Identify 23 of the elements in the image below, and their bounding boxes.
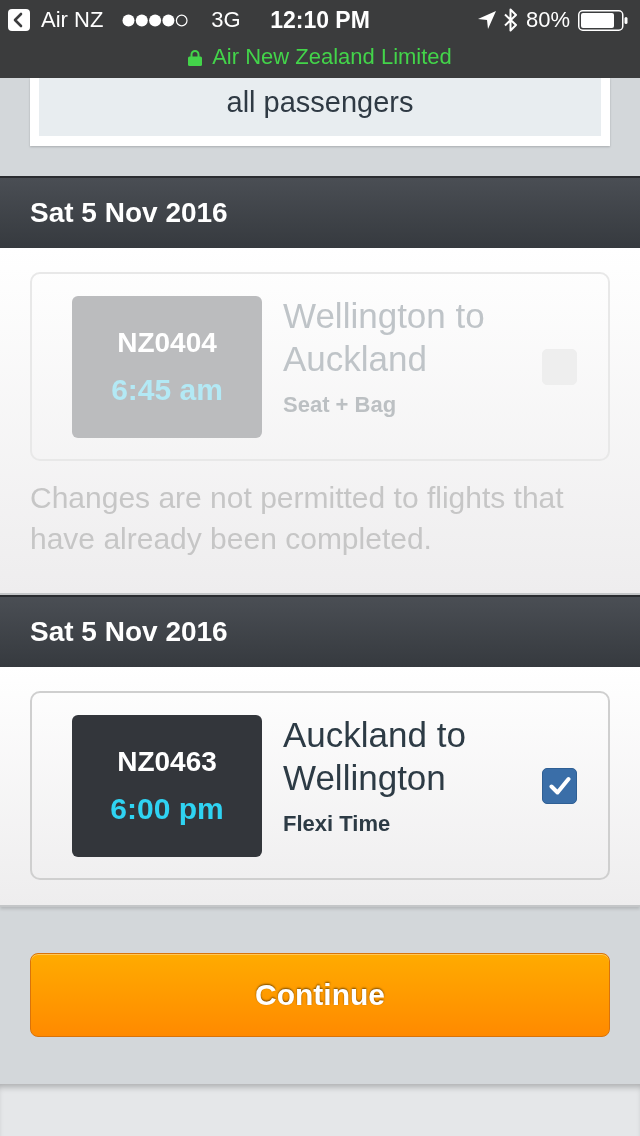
notice-text: all passengers [226, 85, 414, 120]
fare-type: Seat + Bag [283, 392, 397, 418]
signal-strength-icon [122, 13, 189, 27]
checkmark-icon [548, 776, 571, 796]
flight-date: Sat 5 Nov 2016 [30, 616, 228, 648]
bluetooth-icon [503, 8, 518, 32]
flight-date: Sat 5 Nov 2016 [30, 197, 228, 229]
departure-time: 6:00 pm [110, 791, 224, 827]
flight-number: NZ0463 [117, 745, 217, 779]
battery-icon [578, 9, 628, 31]
network-type: 3G [211, 7, 241, 33]
flight-number: NZ0404 [117, 326, 217, 360]
secure-site-label: Air New Zealand Limited [212, 44, 452, 70]
location-arrow-icon [477, 11, 496, 29]
lock-icon [188, 48, 203, 66]
route-text: Auckland to Wellington [283, 714, 467, 799]
route-text: Wellington to Auckland [283, 295, 486, 380]
flight-checkbox[interactable] [542, 768, 577, 804]
fare-type: Flexi Time [283, 811, 391, 837]
clock-time: 12:10 PM [270, 6, 370, 34]
battery-percent: 80% [525, 7, 570, 33]
back-icon [8, 9, 30, 31]
back-button[interactable]: Air NZ [8, 7, 104, 33]
